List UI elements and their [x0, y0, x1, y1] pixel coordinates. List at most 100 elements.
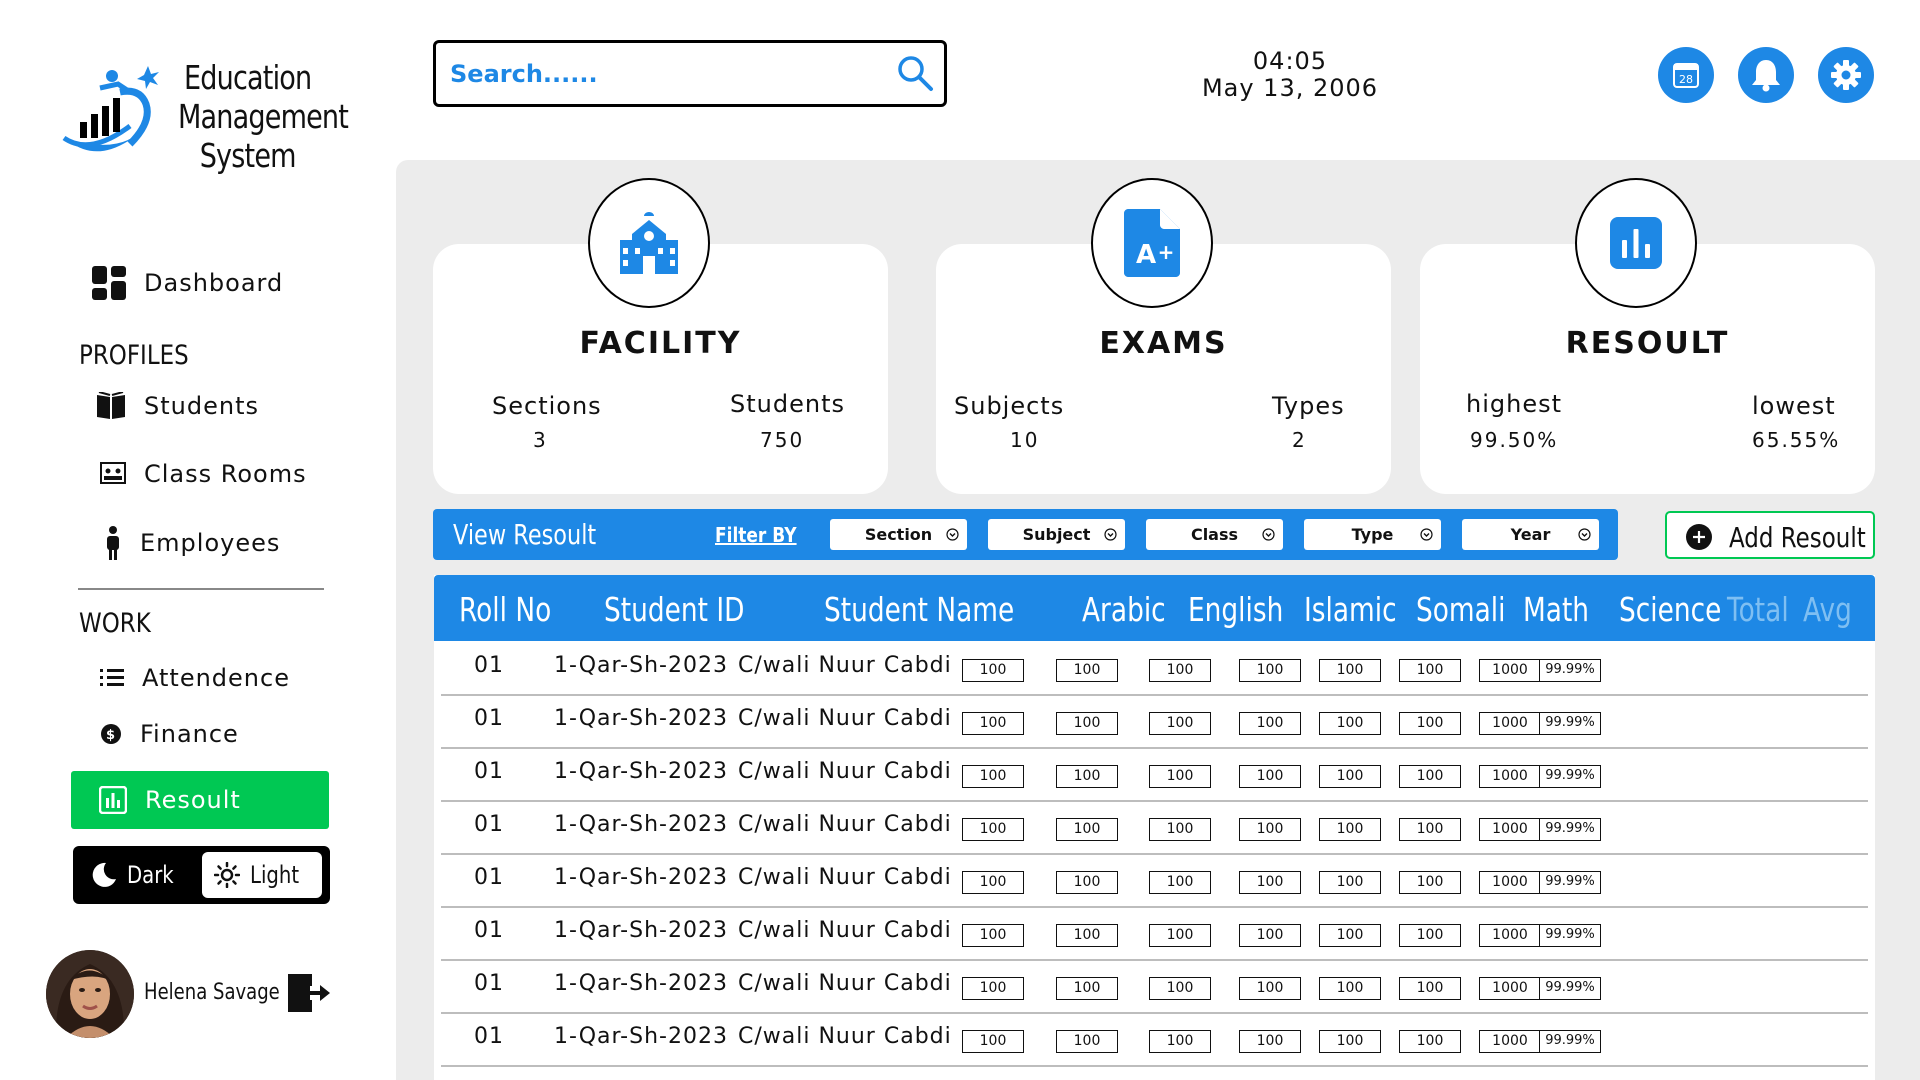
cell-math[interactable]: 100	[1319, 871, 1381, 894]
cell-islamic[interactable]: 100	[1149, 712, 1211, 735]
search-icon[interactable]	[896, 54, 934, 92]
notifications-button[interactable]	[1738, 47, 1794, 103]
cell-avg[interactable]: 99.99%	[1539, 659, 1601, 682]
table-row[interactable]: 01 1-Qar-Sh-2023 C/wali Nuur Cabdi 100 100 10…	[441, 643, 1868, 696]
cell-islamic[interactable]: 100	[1149, 924, 1211, 947]
cell-science[interactable]: 100	[1399, 924, 1461, 947]
cell-islamic[interactable]: 100	[1149, 871, 1211, 894]
filter-year-select[interactable]: Year	[1462, 519, 1599, 550]
col-science[interactable]: Science	[1619, 590, 1721, 629]
sidebar-item-class-rooms[interactable]: Class Rooms	[100, 460, 307, 488]
cell-total[interactable]: 1000	[1479, 871, 1541, 894]
cell-arabic[interactable]: 100	[962, 871, 1024, 894]
cell-total[interactable]: 1000	[1479, 977, 1541, 1000]
cell-total[interactable]: 1000	[1479, 1030, 1541, 1053]
sidebar-item-employees[interactable]: Employees	[104, 525, 280, 561]
cell-somali[interactable]: 100	[1239, 765, 1301, 788]
search-box[interactable]	[433, 40, 947, 107]
table-row[interactable]: 01 1-Qar-Sh-2023 C/wali Nuur Cabdi 100 100 10…	[441, 749, 1868, 802]
cell-somali[interactable]: 100	[1239, 1030, 1301, 1053]
calendar-button[interactable]: 28	[1658, 47, 1714, 103]
filter-by-link[interactable]: Filter BY	[715, 523, 797, 547]
theme-toggle[interactable]: Dark Light	[73, 846, 330, 904]
cell-avg[interactable]: 99.99%	[1539, 871, 1601, 894]
cell-somali[interactable]: 100	[1239, 871, 1301, 894]
theme-dark-option[interactable]: Dark	[91, 856, 184, 894]
cell-somali[interactable]: 100	[1239, 977, 1301, 1000]
sidebar-item-finance[interactable]: $ Finance	[100, 720, 239, 748]
table-row[interactable]: 01 1-Qar-Sh-2023 C/wali Nuur Cabdi 100 100 10…	[441, 696, 1868, 749]
col-student-name[interactable]: Student Name	[824, 590, 1014, 629]
cell-science[interactable]: 100	[1399, 659, 1461, 682]
cell-islamic[interactable]: 100	[1149, 1030, 1211, 1053]
col-islamic[interactable]: Islamic	[1304, 590, 1397, 629]
filter-section-select[interactable]: Section	[830, 519, 967, 550]
table-row[interactable]: 01 1-Qar-Sh-2023 C/wali Nuur Cabdi 100 100 10…	[441, 1014, 1868, 1067]
col-student-id[interactable]: Student ID	[604, 590, 744, 629]
cell-total[interactable]: 1000	[1479, 712, 1541, 735]
avatar[interactable]	[46, 950, 134, 1038]
cell-arabic[interactable]: 100	[962, 924, 1024, 947]
cell-math[interactable]: 100	[1319, 1030, 1381, 1053]
sidebar-item-students[interactable]: Students	[96, 392, 259, 420]
sidebar-item-attendence[interactable]: Attendence	[100, 664, 290, 692]
cell-somali[interactable]: 100	[1239, 924, 1301, 947]
cell-science[interactable]: 100	[1399, 977, 1461, 1000]
cell-english[interactable]: 100	[1056, 765, 1118, 788]
logout-icon[interactable]	[286, 972, 332, 1014]
cell-science[interactable]: 100	[1399, 818, 1461, 841]
cell-avg[interactable]: 99.99%	[1539, 712, 1601, 735]
cell-avg[interactable]: 99.99%	[1539, 977, 1601, 1000]
cell-english[interactable]: 100	[1056, 818, 1118, 841]
cell-math[interactable]: 100	[1319, 765, 1381, 788]
cell-islamic[interactable]: 100	[1149, 818, 1211, 841]
theme-light-option[interactable]: Light	[202, 852, 322, 898]
filter-subject-select[interactable]: Subject	[988, 519, 1125, 550]
col-math[interactable]: Math	[1523, 590, 1589, 629]
cell-islamic[interactable]: 100	[1149, 765, 1211, 788]
add-result-button[interactable]: Add Resoult	[1665, 511, 1875, 559]
col-avg[interactable]: Avg	[1803, 590, 1852, 629]
cell-math[interactable]: 100	[1319, 818, 1381, 841]
cell-arabic[interactable]: 100	[962, 818, 1024, 841]
col-english[interactable]: English	[1188, 590, 1283, 629]
sidebar-item-resoult[interactable]: Resoult	[71, 771, 329, 829]
cell-math[interactable]: 100	[1319, 712, 1381, 735]
cell-arabic[interactable]: 100	[962, 977, 1024, 1000]
filter-type-select[interactable]: Type	[1304, 519, 1441, 550]
cell-total[interactable]: 1000	[1479, 765, 1541, 788]
cell-avg[interactable]: 99.99%	[1539, 818, 1601, 841]
col-total[interactable]: Total	[1727, 590, 1789, 629]
cell-english[interactable]: 100	[1056, 712, 1118, 735]
cell-math[interactable]: 100	[1319, 659, 1381, 682]
cell-english[interactable]: 100	[1056, 977, 1118, 1000]
cell-somali[interactable]: 100	[1239, 818, 1301, 841]
table-row[interactable]: 01 1-Qar-Sh-2023 C/wali Nuur Cabdi 100 100 10…	[441, 802, 1868, 855]
table-row[interactable]: 01 1-Qar-Sh-2023 C/wali Nuur Cabdi 100 100 10…	[441, 961, 1868, 1014]
cell-science[interactable]: 100	[1399, 1030, 1461, 1053]
cell-arabic[interactable]: 100	[962, 765, 1024, 788]
cell-avg[interactable]: 99.99%	[1539, 924, 1601, 947]
cell-islamic[interactable]: 100	[1149, 659, 1211, 682]
cell-english[interactable]: 100	[1056, 924, 1118, 947]
cell-somali[interactable]: 100	[1239, 659, 1301, 682]
cell-total[interactable]: 1000	[1479, 818, 1541, 841]
cell-avg[interactable]: 99.99%	[1539, 765, 1601, 788]
cell-arabic[interactable]: 100	[962, 712, 1024, 735]
cell-english[interactable]: 100	[1056, 1030, 1118, 1053]
cell-total[interactable]: 1000	[1479, 659, 1541, 682]
search-input[interactable]	[450, 55, 870, 93]
cell-islamic[interactable]: 100	[1149, 977, 1211, 1000]
col-arabic[interactable]: Arabic	[1082, 590, 1166, 629]
cell-avg[interactable]: 99.99%	[1539, 1030, 1601, 1053]
cell-arabic[interactable]: 100	[962, 1030, 1024, 1053]
settings-button[interactable]	[1818, 47, 1874, 103]
table-row[interactable]: 01 1-Qar-Sh-2023 C/wali Nuur Cabdi 100 100 10…	[441, 908, 1868, 961]
col-roll-no[interactable]: Roll No	[459, 590, 551, 629]
sidebar-item-dashboard[interactable]: Dashboard	[92, 266, 283, 300]
cell-science[interactable]: 100	[1399, 871, 1461, 894]
cell-math[interactable]: 100	[1319, 977, 1381, 1000]
cell-science[interactable]: 100	[1399, 712, 1461, 735]
cell-english[interactable]: 100	[1056, 659, 1118, 682]
cell-math[interactable]: 100	[1319, 924, 1381, 947]
